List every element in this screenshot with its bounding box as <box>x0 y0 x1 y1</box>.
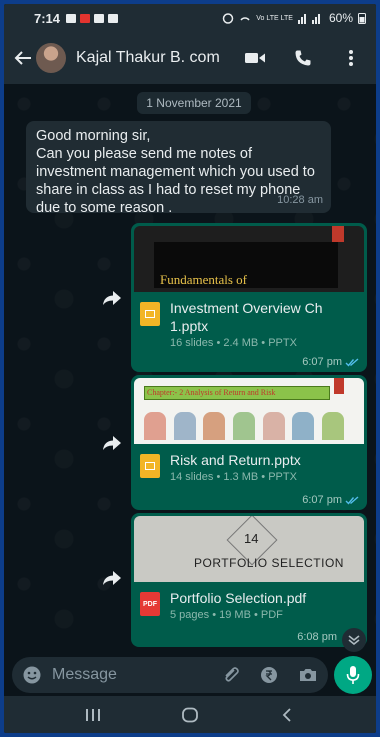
message-status: 6:07 pm <box>302 494 359 506</box>
double-check-icon <box>345 357 359 367</box>
file-meta: 5 pages • 19 MB • PDF <box>170 609 283 621</box>
file-info: Investment Overview Ch 1.pptx 16 slides … <box>134 292 364 349</box>
message-time: 6:07 pm <box>302 494 342 506</box>
recents-icon <box>85 708 100 721</box>
signal-icon <box>297 13 320 24</box>
file-preview-thumbnail[interactable]: 14 PORTFOLIO SELECTION <box>134 516 364 582</box>
slide-accent <box>334 378 344 394</box>
menu-button[interactable] <box>340 47 362 69</box>
thumbnail-text: Fundamentals of <box>160 272 248 287</box>
pptx-file-icon <box>140 302 160 326</box>
contact-name[interactable]: Kajal Thakur B. com <box>76 49 220 67</box>
back-button[interactable] <box>12 47 34 69</box>
battery-icon <box>358 13 366 24</box>
status-bar: 7:14 Vo LTE LTE 60% <box>4 4 376 32</box>
forward-icon <box>103 571 121 585</box>
file-preview-thumbnail[interactable]: Fundamentals of <box>134 226 364 292</box>
forward-button[interactable] <box>100 286 124 310</box>
message-input[interactable]: Message <box>12 657 328 693</box>
forward-icon <box>103 291 121 305</box>
file-name: Portfolio Selection.pdf <box>170 590 307 606</box>
input-actions <box>222 666 318 684</box>
file-preview-thumbnail[interactable]: Chapter:- 2 Analysis of Return and Risk <box>134 378 364 444</box>
forward-button[interactable] <box>100 431 124 455</box>
incoming-message-time: 10:28 am <box>277 194 323 206</box>
emoji-icon[interactable] <box>22 665 42 685</box>
date-chip: 1 November 2021 <box>137 92 251 114</box>
file-meta: 16 slides • 2.4 MB • PPTX <box>170 337 297 349</box>
avatar[interactable] <box>36 43 66 73</box>
incoming-message[interactable]: Good morning sir, Can you please send me… <box>26 121 331 216</box>
message-status: 6:08 pm <box>297 631 337 643</box>
recent-apps-button[interactable] <box>73 701 113 729</box>
video-call-button[interactable] <box>244 47 266 69</box>
chevron-left-icon <box>283 707 291 722</box>
battery-percent: 60% <box>328 11 353 25</box>
message-status: 6:07 pm <box>302 356 359 368</box>
file-info: PDF Portfolio Selection.pdf 5 pages • 19… <box>134 582 364 621</box>
phone-icon <box>295 50 311 66</box>
chevron-down-double-icon <box>348 635 360 645</box>
microphone-icon <box>346 666 360 684</box>
slide-accent <box>332 226 344 242</box>
attach-icon[interactable] <box>222 666 240 684</box>
mail-notification-icon <box>94 13 105 23</box>
forward-icon <box>103 436 121 450</box>
slide-figures <box>144 412 344 440</box>
system-nav-bar <box>4 696 376 733</box>
message-placeholder[interactable]: Message <box>52 666 222 684</box>
arrow-left-icon <box>14 51 31 65</box>
chat-header: Kajal Thakur B. com <box>4 32 376 84</box>
voice-call-button[interactable] <box>292 47 314 69</box>
payment-rupee-icon[interactable] <box>260 666 278 684</box>
message-notification-icon <box>66 13 77 23</box>
home-icon <box>182 707 198 722</box>
file-info: Risk and Return.pptx 14 slides • 1.3 MB … <box>134 444 364 483</box>
file-meta: 14 slides • 1.3 MB • PPTX <box>170 471 297 483</box>
message-time: 6:07 pm <box>302 356 342 368</box>
outgoing-file-message[interactable]: 14 PORTFOLIO SELECTION PDF Portfolio Sel… <box>131 513 367 647</box>
system-back-button[interactable] <box>267 701 307 729</box>
input-bar: Message <box>4 654 376 696</box>
pdf-file-icon: PDF <box>140 592 160 616</box>
forward-button[interactable] <box>100 566 124 590</box>
phone-screen: 7:14 Vo LTE LTE 60% Kajal Thakur B. com <box>4 4 376 733</box>
file-name: Risk and Return.pptx <box>170 452 301 468</box>
app-notification-icon <box>80 13 91 23</box>
status-time: 7:14 <box>34 10 61 26</box>
double-check-icon <box>345 495 359 505</box>
pptx-file-icon <box>140 454 160 478</box>
hotspot-icon <box>240 17 250 21</box>
outgoing-file-message[interactable]: Chapter:- 2 Analysis of Return and Risk <box>131 375 367 510</box>
chat-area[interactable]: 1 November 2021 Good morning sir, Can yo… <box>4 84 376 654</box>
more-vertical-icon <box>349 50 353 66</box>
videocam-icon <box>245 53 265 63</box>
thumbnail-number: 14 <box>244 531 259 546</box>
image-notification-icon <box>108 13 119 23</box>
alarm-icon <box>223 13 234 24</box>
message-time: 6:08 pm <box>297 631 337 643</box>
home-button[interactable] <box>170 701 210 729</box>
header-actions <box>244 47 362 69</box>
network-label: Vo LTE LTE <box>256 14 293 22</box>
file-name: Investment Overview Ch 1.pptx <box>170 300 323 334</box>
camera-icon[interactable] <box>298 666 318 684</box>
scroll-to-bottom-button[interactable] <box>342 628 366 652</box>
voice-record-button[interactable] <box>334 656 372 694</box>
thumbnail-text: Chapter:- 2 Analysis of Return and Risk <box>147 388 276 397</box>
status-right: Vo LTE LTE 60% <box>222 11 366 25</box>
thumbnail-text: PORTFOLIO SELECTION <box>194 556 344 570</box>
outgoing-file-message[interactable]: Fundamentals of Investment Overview Ch 1… <box>131 223 367 372</box>
